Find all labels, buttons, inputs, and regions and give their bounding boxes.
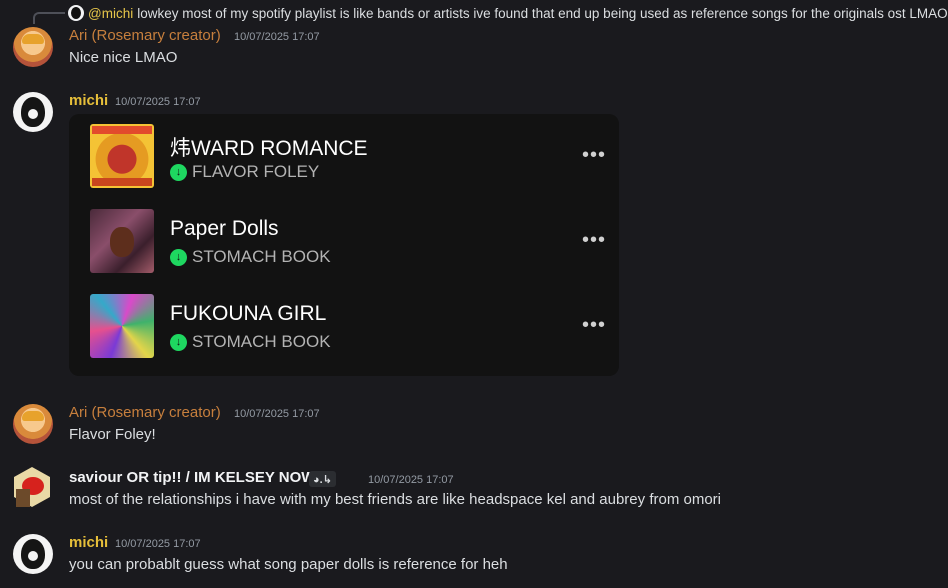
avatar[interactable] <box>12 467 52 507</box>
timestamp: 10/07/2025 17:07 <box>368 474 454 486</box>
track-artist: ↓ FLAVOR FOLEY <box>170 162 319 182</box>
avatar-hair <box>16 489 30 507</box>
track-artist-label: STOMACH BOOK <box>192 332 331 351</box>
track-title: FUKOUNA GIRL <box>170 302 327 325</box>
reply-text: lowkey most of my spotify playlist is li… <box>137 5 948 21</box>
downloaded-check-icon: ↓ <box>170 248 187 266</box>
reply-preview[interactable]: @michi lowkey most of my spotify playlis… <box>68 4 948 22</box>
album-art <box>90 294 154 358</box>
author-name[interactable]: Ari (Rosemary creator) <box>69 404 221 421</box>
author-name[interactable]: michi <box>69 534 108 551</box>
track-artist-label: FLAVOR FOLEY <box>192 162 320 181</box>
track-artist-label: STOMACH BOOK <box>192 247 331 266</box>
message-text: Nice nice LMAO <box>69 49 178 66</box>
spotify-embed: 炜WARD ROMANCE ↓ FLAVOR FOLEY ••• Paper D… <box>69 114 619 376</box>
album-art <box>90 124 154 188</box>
timestamp: 10/07/2025 17:07 <box>234 31 320 43</box>
guild-tag-badge[interactable]: ◕.↳ <box>309 471 336 487</box>
more-options-icon[interactable]: ••• <box>582 314 606 337</box>
timestamp: 10/07/2025 17:07 <box>115 96 201 108</box>
avatar[interactable] <box>13 404 53 444</box>
avatar[interactable] <box>13 92 53 132</box>
author-name[interactable]: michi <box>69 92 108 109</box>
reply-connector <box>33 12 65 24</box>
track-row[interactable]: Paper Dolls ↓ STOMACH BOOK ••• <box>90 209 610 273</box>
message-text: Flavor Foley! <box>69 426 156 443</box>
more-options-icon[interactable]: ••• <box>582 229 606 252</box>
downloaded-check-icon: ↓ <box>170 163 187 181</box>
author-name[interactable]: Ari (Rosemary creator) <box>69 27 221 44</box>
author-name[interactable]: saviour OR tip!! / IM KELSEY NOW <box>69 469 315 486</box>
track-artist: ↓ STOMACH BOOK <box>170 332 331 352</box>
message-text: most of the relationships i have with my… <box>69 491 721 508</box>
avatar[interactable] <box>13 534 53 574</box>
avatar[interactable] <box>13 27 53 67</box>
message-text: you can probablt guess what song paper d… <box>69 556 508 573</box>
timestamp: 10/07/2025 17:07 <box>234 408 320 420</box>
album-art <box>90 209 154 273</box>
reply-avatar-icon <box>68 5 84 21</box>
downloaded-check-icon: ↓ <box>170 333 187 351</box>
track-row[interactable]: 炜WARD ROMANCE ↓ FLAVOR FOLEY ••• <box>90 124 610 188</box>
track-title: Paper Dolls <box>170 217 279 240</box>
more-options-icon[interactable]: ••• <box>582 144 606 167</box>
reply-mention[interactable]: @michi <box>88 6 133 21</box>
track-artist: ↓ STOMACH BOOK <box>170 247 331 267</box>
timestamp: 10/07/2025 17:07 <box>115 538 201 550</box>
track-row[interactable]: FUKOUNA GIRL ↓ STOMACH BOOK ••• <box>90 294 610 358</box>
track-title: 炜WARD ROMANCE <box>170 137 368 160</box>
